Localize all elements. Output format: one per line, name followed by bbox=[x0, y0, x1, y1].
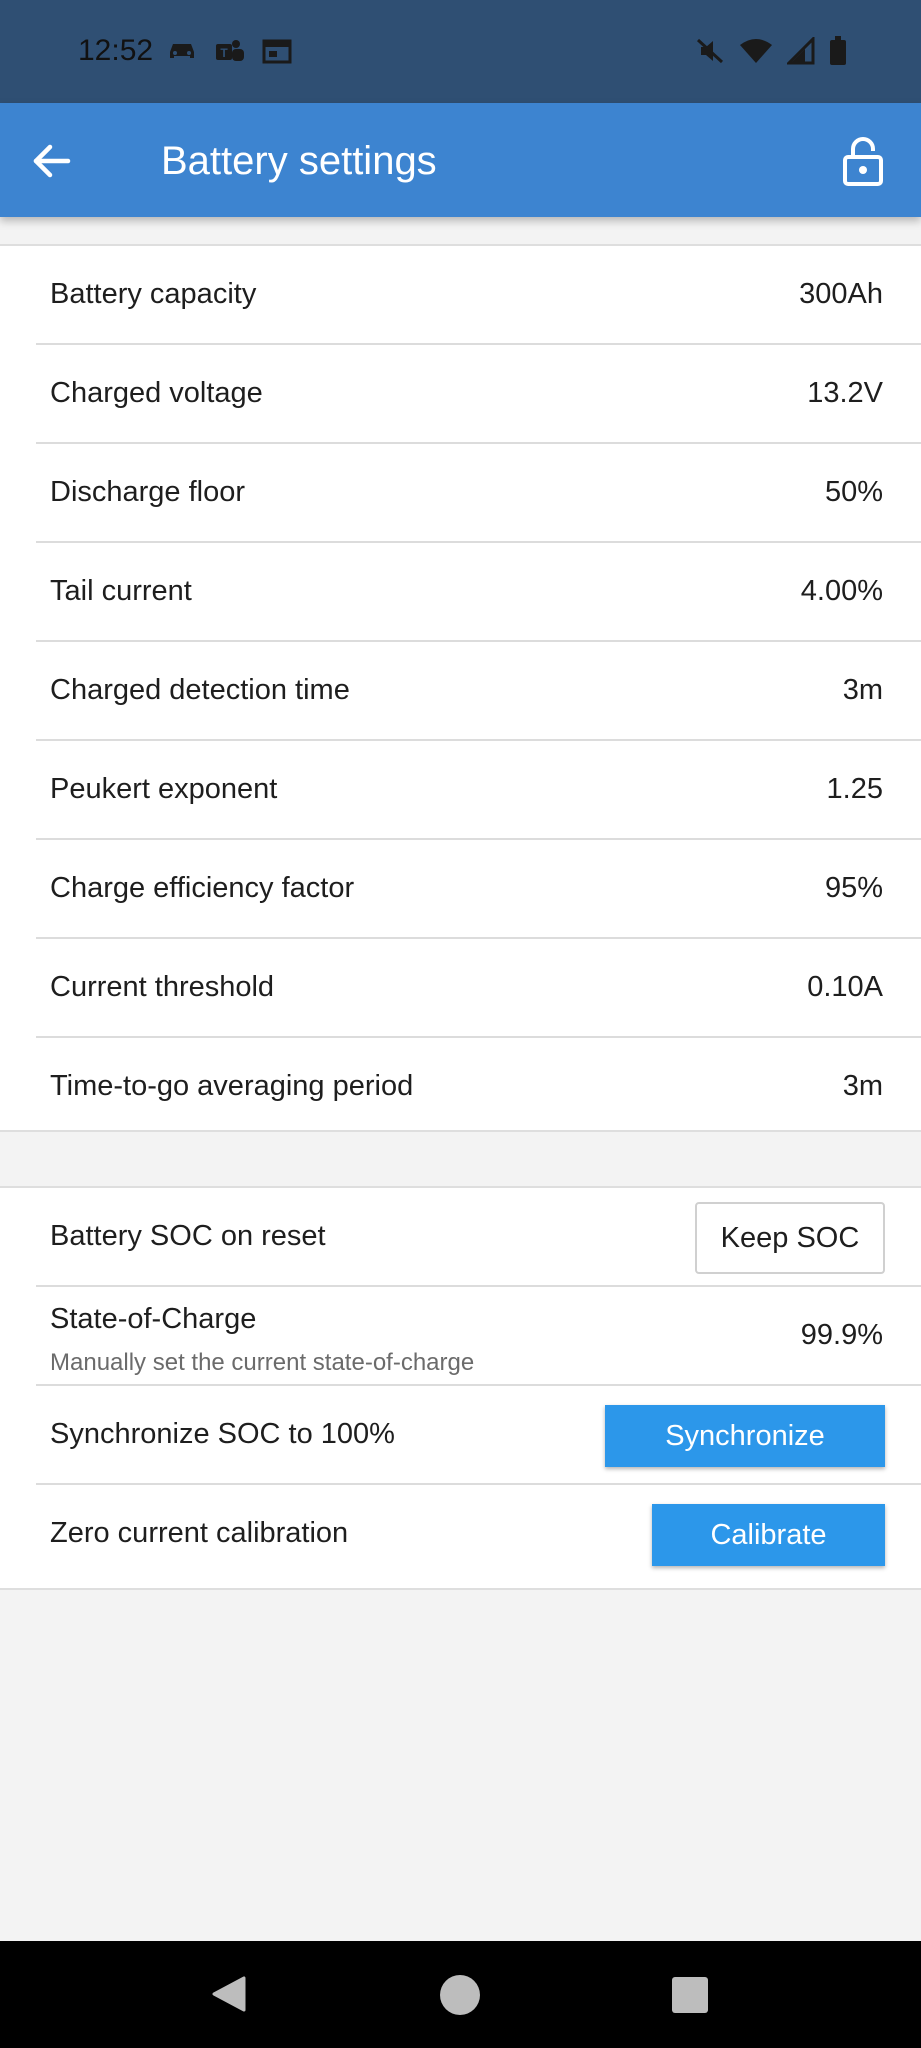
setting-row-charged-voltage[interactable]: Charged voltage 13.2V bbox=[36, 345, 921, 444]
setting-label: Peukert exponent bbox=[50, 773, 278, 805]
lock-button[interactable] bbox=[841, 137, 887, 187]
setting-row-charged-detection-time[interactable]: Charged detection time 3m bbox=[36, 642, 921, 741]
setting-label: Current threshold bbox=[50, 971, 275, 1003]
setting-value: 1.25 bbox=[826, 773, 883, 805]
setting-label: Charge efficiency factor bbox=[50, 872, 355, 904]
keep-soc-button[interactable]: Keep SOC bbox=[695, 1202, 885, 1274]
status-left-icons: T bbox=[166, 38, 292, 66]
setting-row-synchronize-soc: Synchronize SOC to 100% Synchronize bbox=[36, 1386, 921, 1485]
app-bar: Battery settings bbox=[0, 103, 921, 217]
setting-row-time-to-go-averaging-period[interactable]: Time-to-go averaging period 3m bbox=[36, 1038, 921, 1135]
setting-label: Time-to-go averaging period bbox=[50, 1070, 414, 1102]
teams-icon: T bbox=[216, 40, 244, 61]
status-bar: 12:52 T bbox=[0, 0, 921, 103]
soc-settings-list: Battery SOC on reset Keep SOC State-of-C… bbox=[0, 1186, 921, 1590]
signal-icon bbox=[787, 37, 815, 65]
sync-label: Synchronize SOC to 100% bbox=[50, 1418, 395, 1450]
setting-row-zero-current-calibration: Zero current calibration Calibrate bbox=[36, 1485, 921, 1582]
setting-value: 4.00% bbox=[800, 575, 883, 607]
svg-text:T: T bbox=[220, 46, 228, 60]
battery-settings-list: Battery capacity 300Ah Charged voltage 1… bbox=[0, 244, 921, 1132]
soc-state-value: 99.9% bbox=[800, 1319, 883, 1351]
setting-row-battery-capacity[interactable]: Battery capacity 300Ah bbox=[36, 246, 921, 345]
status-right-icons bbox=[695, 36, 847, 66]
setting-label: Charged voltage bbox=[50, 377, 263, 409]
setting-value: 3m bbox=[842, 1070, 883, 1102]
setting-label: Battery capacity bbox=[50, 278, 257, 310]
setting-value: 95% bbox=[824, 872, 883, 904]
setting-label: Tail current bbox=[50, 575, 192, 607]
setting-label: Charged detection time bbox=[50, 674, 350, 706]
arrow-left-icon bbox=[33, 144, 71, 178]
soc-state-description: Manually set the current state-of-charge bbox=[50, 1349, 475, 1376]
back-triangle-icon[interactable] bbox=[208, 1974, 248, 2019]
setting-value: 50% bbox=[824, 476, 883, 508]
calibrate-button[interactable]: Calibrate bbox=[652, 1504, 885, 1566]
setting-label: Discharge floor bbox=[50, 476, 246, 508]
calendar-icon bbox=[262, 39, 292, 64]
setting-value: 3m bbox=[842, 674, 883, 706]
setting-row-discharge-floor[interactable]: Discharge floor 50% bbox=[36, 444, 921, 543]
recents-square-icon[interactable] bbox=[672, 1977, 708, 2013]
soc-reset-label: Battery SOC on reset bbox=[50, 1220, 326, 1252]
soc-state-label: State-of-Charge bbox=[50, 1303, 257, 1335]
synchronize-button[interactable]: Synchronize bbox=[605, 1405, 885, 1467]
wifi-icon bbox=[740, 39, 772, 63]
setting-value: 0.10A bbox=[807, 971, 883, 1003]
unlocked-padlock-icon bbox=[843, 137, 883, 186]
battery-icon bbox=[830, 36, 846, 65]
back-button[interactable] bbox=[30, 139, 78, 183]
calibration-label: Zero current calibration bbox=[50, 1517, 349, 1549]
page-title: Battery settings bbox=[161, 139, 437, 183]
status-time: 12:52 bbox=[78, 34, 154, 67]
setting-row-tail-current[interactable]: Tail current 4.00% bbox=[36, 543, 921, 642]
system-nav-bar bbox=[0, 1941, 921, 2048]
setting-row-state-of-charge[interactable]: State-of-Charge Manually set the current… bbox=[36, 1287, 921, 1386]
setting-row-current-threshold[interactable]: Current threshold 0.10A bbox=[36, 939, 921, 1038]
setting-row-soc-on-reset: Battery SOC on reset Keep SOC bbox=[36, 1188, 921, 1287]
car-icon bbox=[170, 44, 194, 58]
setting-value: 300Ah bbox=[799, 278, 883, 310]
setting-row-peukert-exponent[interactable]: Peukert exponent 1.25 bbox=[36, 741, 921, 840]
setting-value: 13.2V bbox=[807, 377, 883, 409]
mute-icon bbox=[696, 38, 724, 64]
home-circle-icon[interactable] bbox=[440, 1975, 480, 2015]
setting-row-charge-efficiency-factor[interactable]: Charge efficiency factor 95% bbox=[36, 840, 921, 939]
